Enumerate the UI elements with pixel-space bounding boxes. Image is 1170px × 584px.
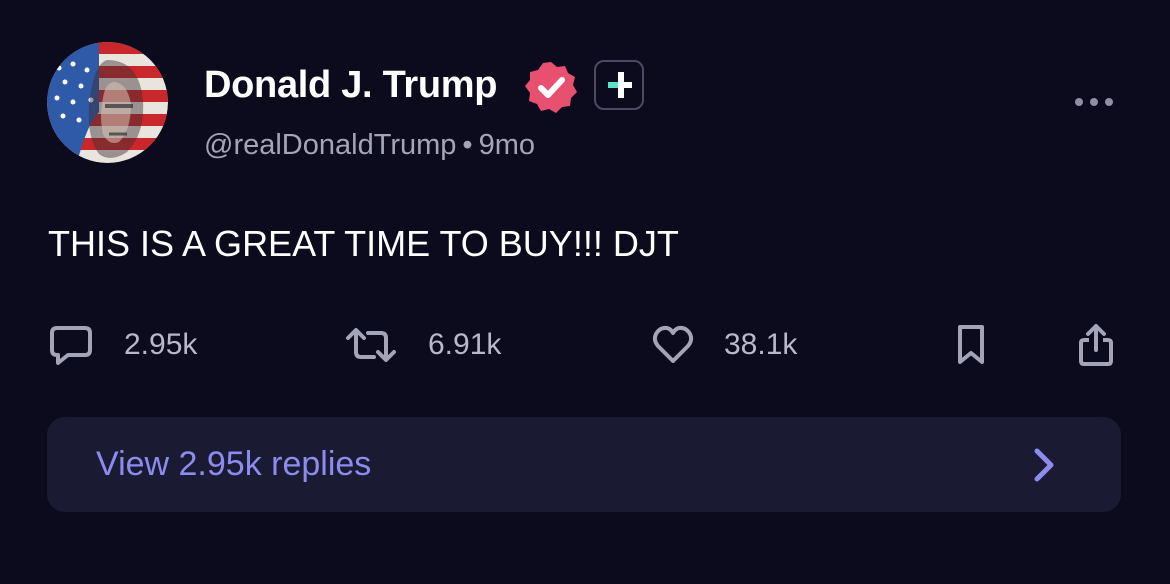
reply-button[interactable]: 2.95k xyxy=(48,320,197,370)
post-card: Donald J. Trump @realDonaldTrump • 9mo THI… xyxy=(0,0,1170,584)
verified-badge-icon xyxy=(525,62,577,113)
bookmark-icon xyxy=(958,325,984,364)
share-button[interactable] xyxy=(1077,320,1115,370)
reply-icon xyxy=(50,326,92,365)
repost-icon xyxy=(346,328,396,362)
author-name[interactable]: Donald J. Trump xyxy=(204,62,498,108)
view-replies-button[interactable]: View 2.95k replies xyxy=(47,417,1121,512)
post-timestamp[interactable]: 9mo xyxy=(479,129,535,161)
heart-icon xyxy=(652,325,694,363)
repost-count: 6.91k xyxy=(428,328,502,361)
like-count: 38.1k xyxy=(724,328,798,361)
repost-button[interactable]: 6.91k xyxy=(344,320,501,370)
avatar-image xyxy=(47,42,168,163)
author-handle[interactable]: @realDonaldTrump xyxy=(204,129,456,161)
like-button[interactable]: 38.1k xyxy=(652,320,797,370)
chevron-right-icon xyxy=(1034,448,1054,482)
more-dots-icon[interactable] xyxy=(1074,94,1114,110)
avatar[interactable] xyxy=(47,42,168,163)
plus-badge-icon xyxy=(594,60,644,110)
share-icon xyxy=(1079,324,1113,366)
meta-separator: • xyxy=(462,129,473,161)
view-replies-label: View 2.95k replies xyxy=(96,445,372,483)
author-meta: @realDonaldTrump • 9mo xyxy=(204,127,535,163)
post-body: THIS IS A GREAT TIME TO BUY!!! DJT xyxy=(48,223,679,264)
reply-count: 2.95k xyxy=(124,328,198,361)
bookmark-button[interactable] xyxy=(954,320,988,370)
